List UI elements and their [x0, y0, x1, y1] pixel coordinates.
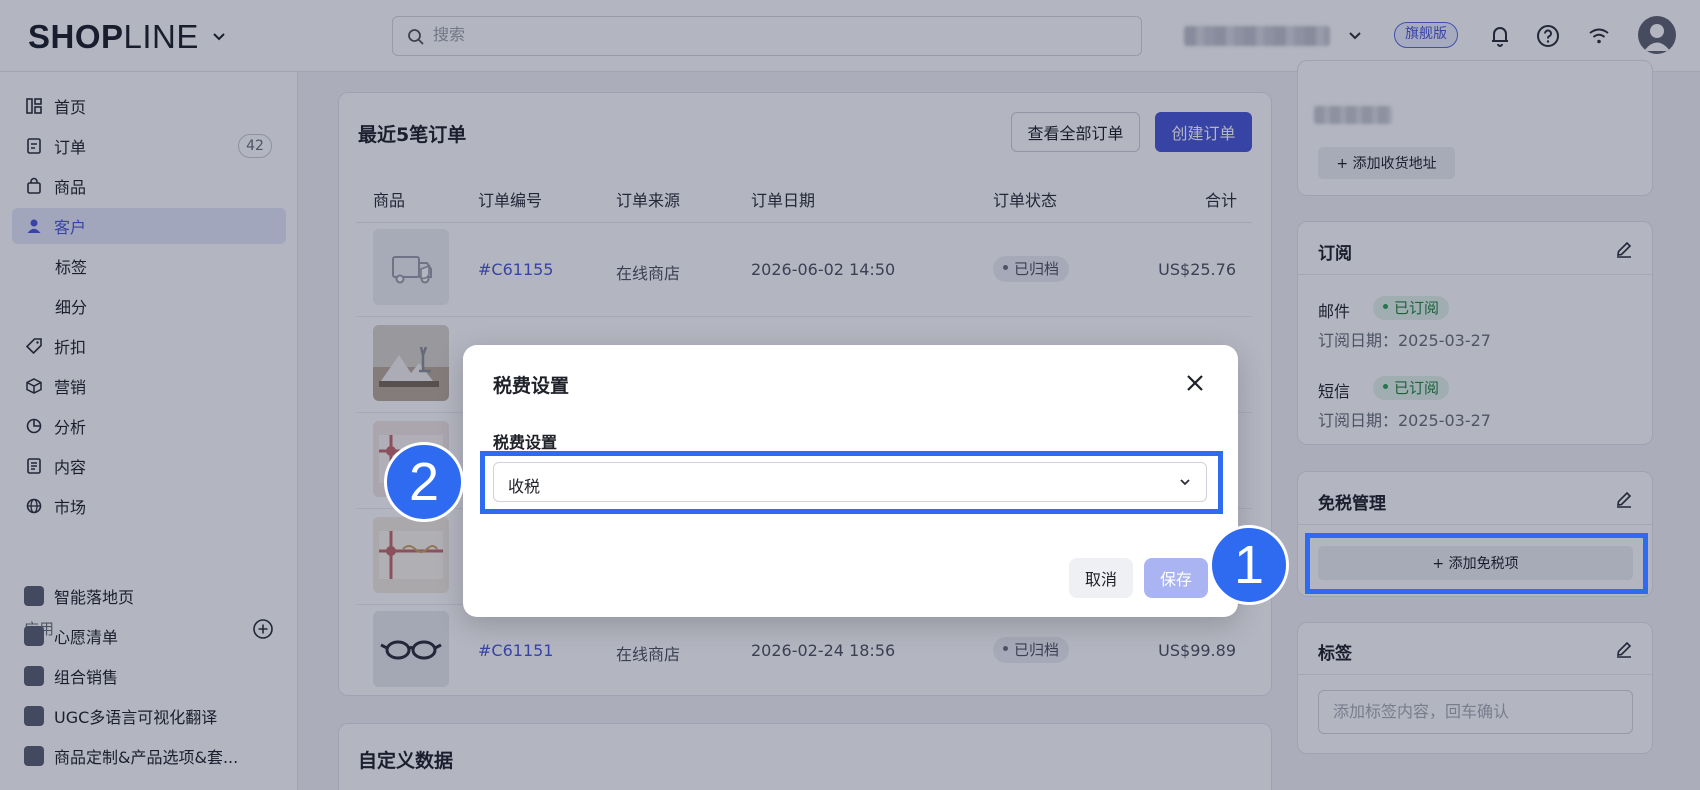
dialog-title: 税费设置: [493, 375, 570, 397]
close-icon[interactable]: [1183, 371, 1207, 395]
highlight-box-tax-select: [480, 451, 1223, 514]
save-button[interactable]: 保存: [1144, 558, 1208, 598]
tax-setting-field-label: 税费设置: [493, 433, 558, 452]
highlight-box-add-tax-exemption: [1305, 533, 1648, 594]
cancel-button[interactable]: 取消: [1069, 558, 1133, 598]
step-1-marker: 1: [1209, 525, 1289, 605]
step-2-marker: 2: [384, 442, 464, 522]
